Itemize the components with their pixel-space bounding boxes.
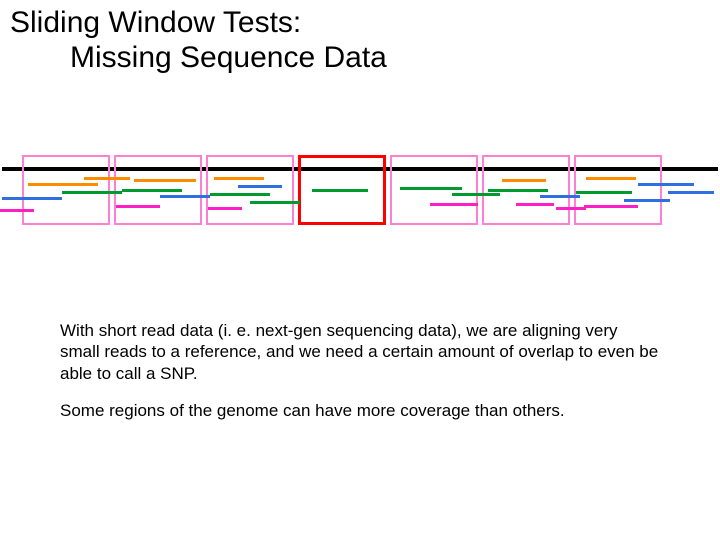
read-segment <box>208 207 242 210</box>
paragraph-2: Some regions of the genome can have more… <box>60 400 660 421</box>
read-segment <box>586 177 636 180</box>
title-line-1: Sliding Window Tests: <box>10 6 387 41</box>
window <box>206 155 294 225</box>
read-segment <box>2 197 62 200</box>
read-segment <box>540 195 580 198</box>
read-segment <box>400 187 462 190</box>
read-segment <box>668 191 714 194</box>
read-segment <box>28 183 98 186</box>
read-segment <box>488 189 548 192</box>
read-segment <box>214 177 264 180</box>
read-segment <box>430 203 478 206</box>
read-segment <box>576 191 632 194</box>
read-segment <box>452 193 500 196</box>
read-segment <box>238 185 282 188</box>
read-segment <box>584 205 638 208</box>
title-line-2: Missing Sequence Data <box>10 41 387 76</box>
read-segment <box>516 203 554 206</box>
window <box>22 155 110 225</box>
sliding-window-diagram <box>0 155 720 245</box>
slide-title: Sliding Window Tests: Missing Sequence D… <box>10 6 387 75</box>
read-segment <box>62 191 122 194</box>
read-segment <box>122 189 182 192</box>
read-segment <box>312 189 368 192</box>
read-segment <box>134 179 196 182</box>
read-segment <box>624 199 670 202</box>
window <box>574 155 662 225</box>
paragraph-1: With short read data (i. e. next-gen seq… <box>60 320 660 384</box>
read-segment <box>250 201 300 204</box>
read-segment <box>638 183 694 186</box>
read-segment <box>502 179 546 182</box>
read-segment <box>556 207 586 210</box>
read-segment <box>210 193 270 196</box>
window <box>390 155 478 225</box>
read-segment <box>160 195 210 198</box>
read-segment <box>84 177 130 180</box>
read-segment <box>116 205 160 208</box>
read-segment <box>0 209 34 212</box>
